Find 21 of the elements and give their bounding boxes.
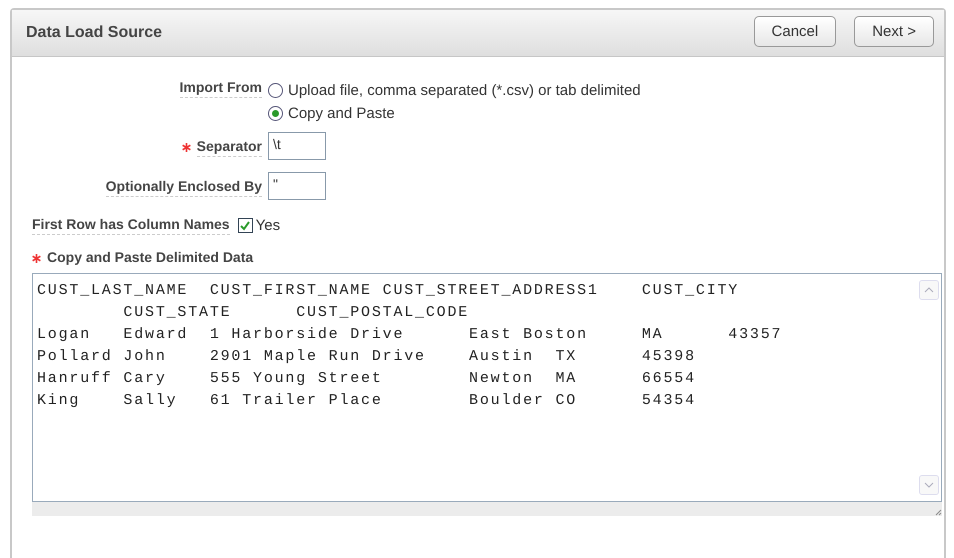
field-label: Import From [180,79,262,98]
radio-label: Upload file, comma separated (*.csv) or tab delimited [288,82,641,99]
radio-button[interactable] [268,83,283,98]
resize-grip[interactable] [32,502,942,516]
next-button[interactable]: Next > [854,16,934,46]
scroll-down-icon[interactable] [919,475,939,495]
field-label: First Row has Column Names [32,216,230,235]
scroll-up-icon[interactable] [919,280,939,300]
cancel-button[interactable]: Cancel [754,16,836,46]
separator-field[interactable]: \t [268,132,326,160]
data-textarea[interactable]: CUST_LAST_NAME CUST_FIRST_NAME CUST_STREET_ADDRESS1 CUST_CITY CUST_STATE CUST_POSTAL_CODE Logan Edward 1 Harborside Drive East Boston MA 43357 Pollard John 2901 Maple Run Drive Austin TX 45398 Hanruff Cary 555 Young Street Newton MA 66554 King Sally 61 Trailer Place Boulder CO 54354 [32,273,942,502]
resize-icon[interactable] [934,508,942,516]
radio-label: Copy and Paste [288,105,395,122]
checkbox[interactable] [238,218,253,233]
radio-button[interactable] [268,106,283,121]
checkbox-label: Yes [256,217,280,234]
field-label: Copy and Paste Delimited Data [47,249,254,267]
enclosed-by-field[interactable]: " [268,172,326,200]
region-title: Data Load Source [26,24,162,42]
field-label: Optionally Enclosed By [106,178,262,196]
field-label: Separator [196,138,262,156]
